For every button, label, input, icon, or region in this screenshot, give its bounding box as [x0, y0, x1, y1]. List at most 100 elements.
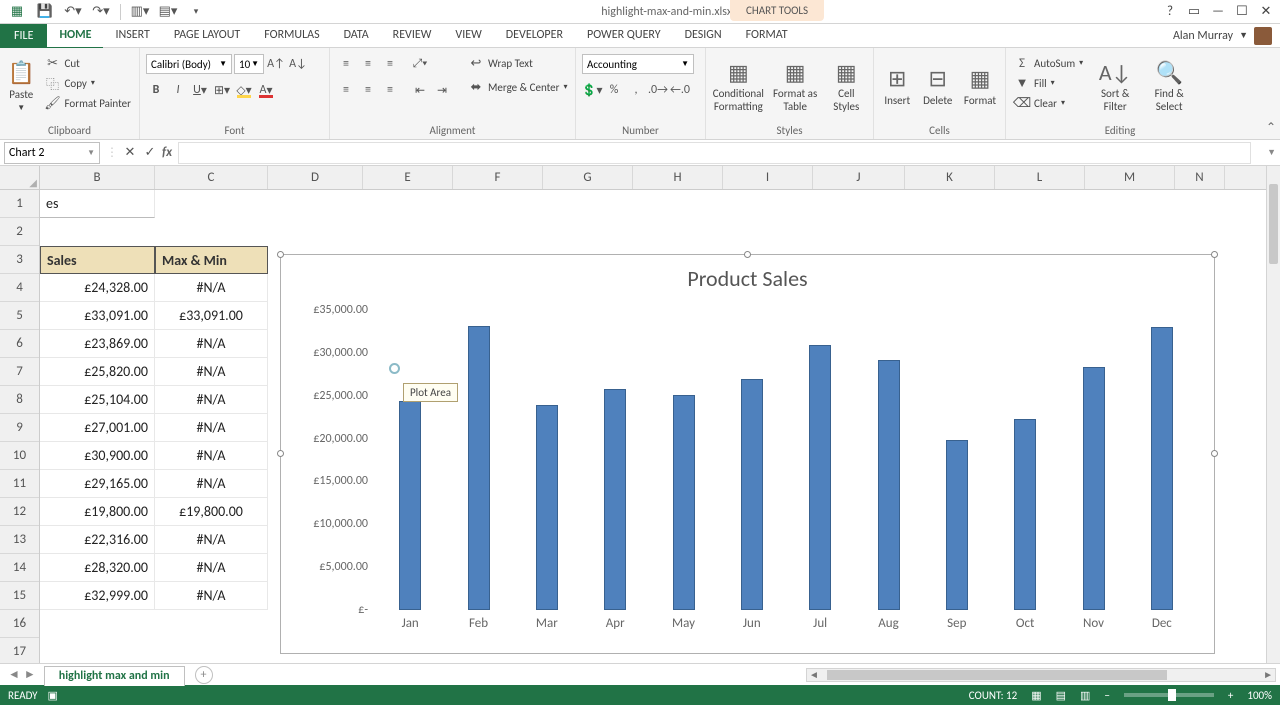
row-header[interactable]: 13: [0, 526, 39, 554]
cell[interactable]: #N/A: [155, 414, 268, 442]
bar[interactable]: [946, 440, 968, 610]
save-icon[interactable]: 💾: [36, 3, 54, 21]
cell[interactable]: £33,091.00: [155, 302, 268, 330]
view-normal-icon[interactable]: ▦: [1031, 689, 1041, 702]
col-header[interactable]: N: [1175, 166, 1225, 189]
increase-indent-icon[interactable]: ⇥: [432, 80, 452, 100]
col-header[interactable]: J: [813, 166, 905, 189]
cell[interactable]: £30,900.00: [40, 442, 155, 470]
sheet-nav-prev-icon[interactable]: ◄: [8, 667, 20, 682]
tab-design[interactable]: DESIGN: [673, 23, 734, 49]
format-as-table-button[interactable]: ▦Format as Table: [771, 54, 820, 118]
col-header[interactable]: C: [155, 166, 268, 189]
row-header[interactable]: 8: [0, 386, 39, 414]
column-headers[interactable]: BCDEFGHIJKLMN: [40, 166, 1266, 190]
tab-data[interactable]: DATA: [332, 23, 381, 49]
qat-custom2-icon[interactable]: ▤▾: [159, 3, 177, 21]
redo-icon[interactable]: ↷▾: [92, 3, 110, 21]
zoom-slider[interactable]: [1124, 693, 1214, 697]
collapse-ribbon-icon[interactable]: ⌃: [1266, 120, 1276, 135]
sheet-nav-next-icon[interactable]: ►: [24, 667, 36, 682]
orientation-icon[interactable]: ⤢▾: [410, 54, 430, 74]
bar[interactable]: [878, 360, 900, 610]
row-header[interactable]: 15: [0, 582, 39, 610]
cell[interactable]: #N/A: [155, 330, 268, 358]
col-header[interactable]: L: [995, 166, 1085, 189]
cell[interactable]: Sales: [40, 246, 155, 274]
vertical-scrollbar[interactable]: [1266, 166, 1280, 663]
cell[interactable]: #N/A: [155, 526, 268, 554]
cell[interactable]: £28,320.00: [40, 554, 155, 582]
file-tab[interactable]: FILE: [0, 24, 47, 48]
cell[interactable]: es: [40, 190, 155, 218]
bar[interactable]: [1014, 419, 1036, 610]
sheet-tab-active[interactable]: highlight max and min: [44, 666, 185, 686]
chart-title[interactable]: Product Sales: [281, 255, 1214, 296]
help-icon[interactable]: ?: [1162, 4, 1178, 20]
copy-button[interactable]: ⿻Copy▾: [43, 74, 133, 92]
cell[interactable]: £25,820.00: [40, 358, 155, 386]
decrease-font-icon[interactable]: A↓: [288, 54, 308, 74]
cell-styles-button[interactable]: ▦Cell Styles: [826, 54, 867, 118]
bar[interactable]: [604, 389, 626, 610]
row-header[interactable]: 1: [0, 190, 39, 218]
formula-input[interactable]: [178, 142, 1251, 164]
paste-button[interactable]: 📋 Paste ▼: [6, 54, 37, 118]
col-header[interactable]: D: [268, 166, 363, 189]
underline-button[interactable]: U▾: [190, 80, 210, 100]
worksheet-grid[interactable]: BCDEFGHIJKLMN 1234567891011121314151617 …: [0, 166, 1280, 663]
ribbon-options-icon[interactable]: ▭: [1186, 4, 1202, 20]
cut-button[interactable]: ✂Cut: [43, 54, 133, 72]
cancel-icon[interactable]: ✕: [122, 145, 138, 161]
cell[interactable]: £22,316.00: [40, 526, 155, 554]
row-header[interactable]: 12: [0, 498, 39, 526]
sort-filter-button[interactable]: A↓Sort & Filter: [1091, 54, 1139, 118]
cell[interactable]: #N/A: [155, 358, 268, 386]
resize-handle[interactable]: [1211, 251, 1218, 258]
view-layout-icon[interactable]: ▤: [1056, 689, 1066, 702]
cell[interactable]: £32,999.00: [40, 582, 155, 610]
row-header[interactable]: 3: [0, 246, 39, 274]
increase-font-icon[interactable]: A↑: [266, 54, 286, 74]
fill-color-button[interactable]: ◇▾: [234, 80, 254, 100]
percent-format-icon[interactable]: %: [604, 80, 624, 100]
align-top-icon[interactable]: ≡: [336, 54, 356, 74]
expand-formula-bar-icon[interactable]: ▼: [1267, 147, 1276, 158]
row-headers[interactable]: 1234567891011121314151617: [0, 190, 40, 663]
cell[interactable]: £24,328.00: [40, 274, 155, 302]
font-size-select[interactable]: 10▼: [234, 54, 264, 74]
align-right-icon[interactable]: ≡: [380, 80, 400, 100]
wrap-text-button[interactable]: ↩Wrap Text: [466, 54, 570, 72]
cell[interactable]: £23,869.00: [40, 330, 155, 358]
bar[interactable]: [673, 395, 695, 610]
cell[interactable]: #N/A: [155, 554, 268, 582]
view-pagebreak-icon[interactable]: ▥: [1080, 689, 1090, 702]
zoom-in-icon[interactable]: +: [1228, 689, 1233, 702]
plot-area[interactable]: [376, 310, 1196, 610]
align-bottom-icon[interactable]: ≡: [380, 54, 400, 74]
insert-cells-button[interactable]: ⊞Insert: [880, 54, 915, 118]
user-area[interactable]: Alan Murray ▼: [1173, 27, 1280, 45]
cell[interactable]: Max & Min: [155, 246, 268, 274]
bar[interactable]: [468, 326, 490, 610]
tab-developer[interactable]: DEVELOPER: [494, 23, 575, 49]
delete-cells-button[interactable]: ⊟Delete: [921, 54, 956, 118]
tab-format[interactable]: FORMAT: [734, 23, 800, 49]
row-header[interactable]: 5: [0, 302, 39, 330]
col-header[interactable]: M: [1085, 166, 1175, 189]
name-box[interactable]: Chart 2▼: [4, 142, 100, 164]
row-header[interactable]: 11: [0, 470, 39, 498]
autosum-button[interactable]: ΣAutoSum▾: [1012, 54, 1085, 72]
col-header[interactable]: E: [363, 166, 453, 189]
cell[interactable]: #N/A: [155, 442, 268, 470]
font-color-button[interactable]: A▾: [256, 80, 276, 100]
bold-button[interactable]: B: [146, 80, 166, 100]
bar[interactable]: [809, 345, 831, 610]
align-left-icon[interactable]: ≡: [336, 80, 356, 100]
row-header[interactable]: 6: [0, 330, 39, 358]
row-header[interactable]: 2: [0, 218, 39, 246]
format-painter-button[interactable]: 🖌Format Painter: [43, 94, 133, 112]
cell[interactable]: £25,104.00: [40, 386, 155, 414]
row-header[interactable]: 4: [0, 274, 39, 302]
tab-power-query[interactable]: POWER QUERY: [575, 23, 673, 49]
